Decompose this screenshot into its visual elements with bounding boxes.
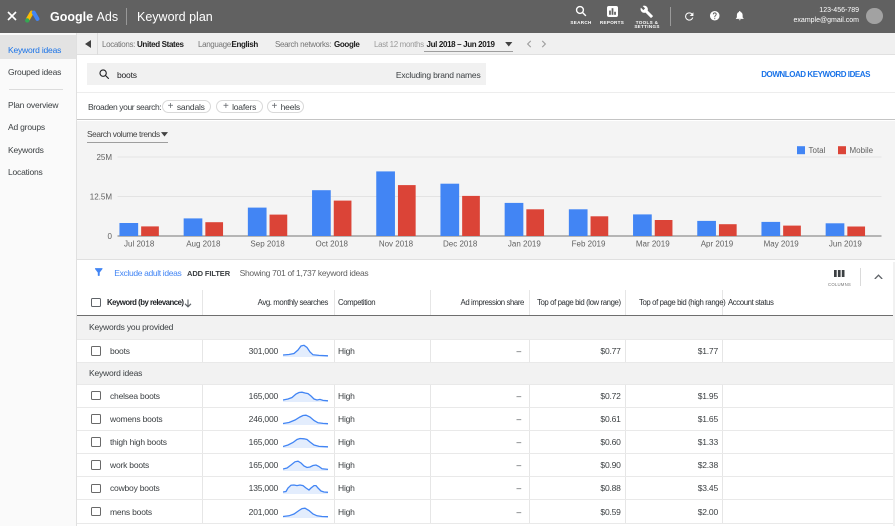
svg-text:Dec 2018: Dec 2018 (443, 240, 478, 249)
svg-text:Jul 2018: Jul 2018 (124, 240, 155, 249)
svg-text:25M: 25M (96, 153, 112, 162)
svg-text:Sep 2018: Sep 2018 (250, 240, 285, 249)
svg-text:Jun 2019: Jun 2019 (829, 240, 862, 249)
svg-text:Mobile: Mobile (850, 146, 874, 155)
svg-text:Mar 2019: Mar 2019 (636, 240, 670, 249)
svg-text:Total: Total (809, 146, 826, 155)
svg-text:Apr 2019: Apr 2019 (701, 240, 734, 249)
svg-text:0: 0 (108, 232, 113, 241)
svg-text:May 2019: May 2019 (764, 240, 800, 249)
svg-text:12.5M: 12.5M (90, 192, 113, 201)
svg-text:Oct 2018: Oct 2018 (316, 240, 349, 249)
svg-text:Feb 2019: Feb 2019 (572, 240, 606, 249)
svg-text:Aug 2018: Aug 2018 (186, 240, 221, 249)
svg-text:Jan 2019: Jan 2019 (508, 240, 541, 249)
svg-text:Nov 2018: Nov 2018 (379, 240, 414, 249)
